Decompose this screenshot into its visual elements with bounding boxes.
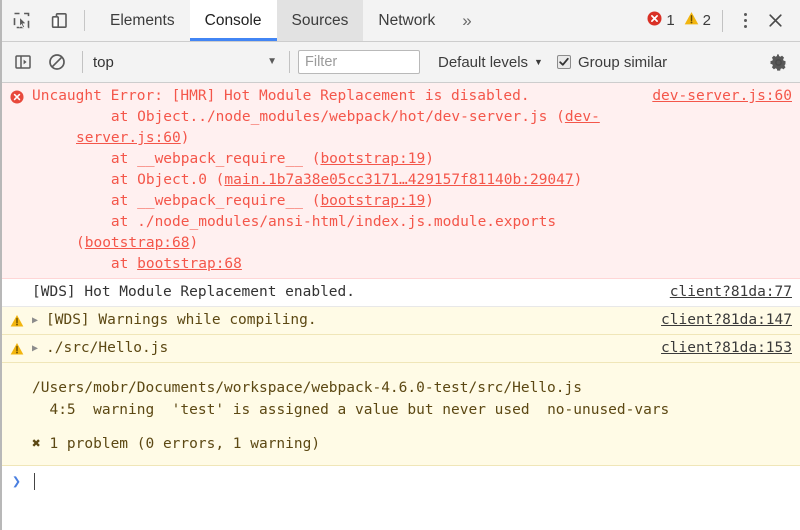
source-link[interactable]: client?81da:77 [664,282,792,303]
stack-line-pre: at __webpack_require__ ( [76,193,320,209]
stack-line: at bootstrap:68 [32,254,638,275]
toolbar-divider-2 [289,51,290,73]
stack-line-post: ) [425,193,434,209]
log-levels-select[interactable]: Default levels ▼ [438,54,543,71]
stack-line: at __webpack_require__ (bootstrap:19) [32,191,638,212]
tab-network[interactable]: Network [363,0,450,41]
stack-line-link[interactable]: main.1b7a38e05cc3171…429157f81140b:29047 [224,172,573,188]
panel-tabs: Elements Console Sources Network » [95,0,484,41]
warning-triangle-icon [2,338,32,359]
filter-input[interactable] [298,50,420,74]
stack-line-link[interactable]: bootstrap:68 [85,235,190,251]
info-gutter [2,282,32,303]
inspect-cursor-icon[interactable] [2,0,40,41]
warning-file-path: /Users/mobr/Documents/workspace/webpack-… [32,380,582,396]
warning-triangle-icon [2,310,32,331]
tab-elements[interactable]: Elements [95,0,190,41]
warning-summary: ✖ 1 problem (0 errors, 1 warning) [32,436,320,452]
prompt-text-cursor[interactable] [34,473,35,490]
error-circle-icon [647,11,662,30]
tab-console-label: Console [205,12,262,30]
warning-message-text: [WDS] Warnings while compiling. [46,310,655,331]
clear-console-icon[interactable] [40,47,74,77]
stack-line-pre: at Object.0 ( [76,172,224,188]
info-message-text: [WDS] Hot Module Replacement enabled. [32,282,664,303]
warning-message-text: ./src/Hello.js [46,338,655,359]
stack-line-pre: at __webpack_require__ ( [76,151,320,167]
log-levels-label: Default levels [438,54,528,71]
tab-console[interactable]: Console [190,0,277,41]
device-toolbar-icon[interactable] [40,0,78,41]
tab-elements-label: Elements [110,12,175,30]
console-toolbar: top ▼ Default levels ▼ Group similar [2,42,800,83]
warning-detail-block: /Users/mobr/Documents/workspace/webpack-… [2,363,800,466]
error-count-badge[interactable]: 1 [647,11,674,30]
tabbar-divider [84,10,85,31]
error-message-text: Uncaught Error: [HMR] Hot Module Replace… [32,86,646,275]
warning-triangle-icon [684,11,699,30]
toolbar-divider-1 [82,51,83,73]
console-message-warning[interactable]: ▶ ./src/Hello.js client?81da:153 [2,335,800,363]
prompt-chevron-icon: ❯ [12,471,30,491]
error-message-headline: Uncaught Error: [HMR] Hot Module Replace… [32,88,530,104]
status-divider [722,10,723,32]
detail-spacer [32,421,792,433]
expand-triangle-icon[interactable]: ▶ [32,310,46,331]
stack-line-link[interactable]: bootstrap:68 [137,256,242,272]
stack-line-pre: at Object../node_modules/webpack/hot/dev… [76,109,565,125]
stack-line-post: ) [574,172,583,188]
source-link[interactable]: client?81da:147 [655,310,792,331]
tab-sources[interactable]: Sources [277,0,364,41]
tab-overflow-chevron-icon[interactable]: » [450,0,483,41]
devtools-window: Elements Console Sources Network » [0,0,800,530]
stack-line: at Object../node_modules/webpack/hot/dev… [32,107,638,149]
stack-line-post: ) [425,151,434,167]
warning-count: 2 [703,12,711,29]
stack-line-link[interactable]: bootstrap:19 [320,193,425,209]
chevron-down-icon: ▼ [267,57,281,67]
stack-line: at ./node_modules/ansi-html/index.js.mod… [32,212,638,254]
devtools-tabbar: Elements Console Sources Network » [2,0,800,42]
console-message-list[interactable]: Uncaught Error: [HMR] Hot Module Replace… [2,83,800,530]
gear-icon[interactable] [764,53,792,72]
stack-line-link[interactable]: bootstrap:19 [320,151,425,167]
chevron-down-icon: ▼ [534,57,543,67]
tab-sources-label: Sources [292,12,349,30]
kebab-menu-icon[interactable] [732,13,758,28]
execution-context-value: top [91,54,114,71]
source-link[interactable]: client?81da:153 [655,338,792,359]
stack-line-post: ) [190,235,199,251]
expand-triangle-icon[interactable]: ▶ [32,338,46,359]
console-prompt-row[interactable]: ❯ [2,466,800,502]
console-sidebar-toggle-icon[interactable] [6,47,40,77]
console-message-info[interactable]: [WDS] Hot Module Replacement enabled. cl… [2,279,800,307]
group-similar-checkbox[interactable] [557,55,571,69]
tab-network-label: Network [378,12,435,30]
group-similar-label: Group similar [578,54,667,71]
stack-line: at __webpack_require__ (bootstrap:19) [32,149,638,170]
group-similar-toggle[interactable]: Group similar [557,54,667,71]
stack-line-post: ) [181,130,190,146]
stack-line-pre: at [76,256,137,272]
source-link[interactable]: dev-server.js:60 [646,86,792,107]
warning-count-badge[interactable]: 2 [684,11,711,30]
console-message-warning[interactable]: ▶ [WDS] Warnings while compiling. client… [2,307,800,335]
tabbar-status-area: 1 2 [647,0,800,41]
error-count: 1 [666,12,674,29]
stack-line: at Object.0 (main.1b7a38e05cc3171…429157… [32,170,638,191]
error-stack-trace: at Object../node_modules/webpack/hot/dev… [32,107,638,275]
warning-detail-line: 4:5 warning 'test' is assigned a value b… [32,402,669,418]
execution-context-select[interactable]: top ▼ [91,54,281,71]
error-circle-icon [2,86,32,275]
console-message-error[interactable]: Uncaught Error: [HMR] Hot Module Replace… [2,83,800,279]
close-icon[interactable] [758,12,792,29]
console-empty-area[interactable] [2,502,800,530]
